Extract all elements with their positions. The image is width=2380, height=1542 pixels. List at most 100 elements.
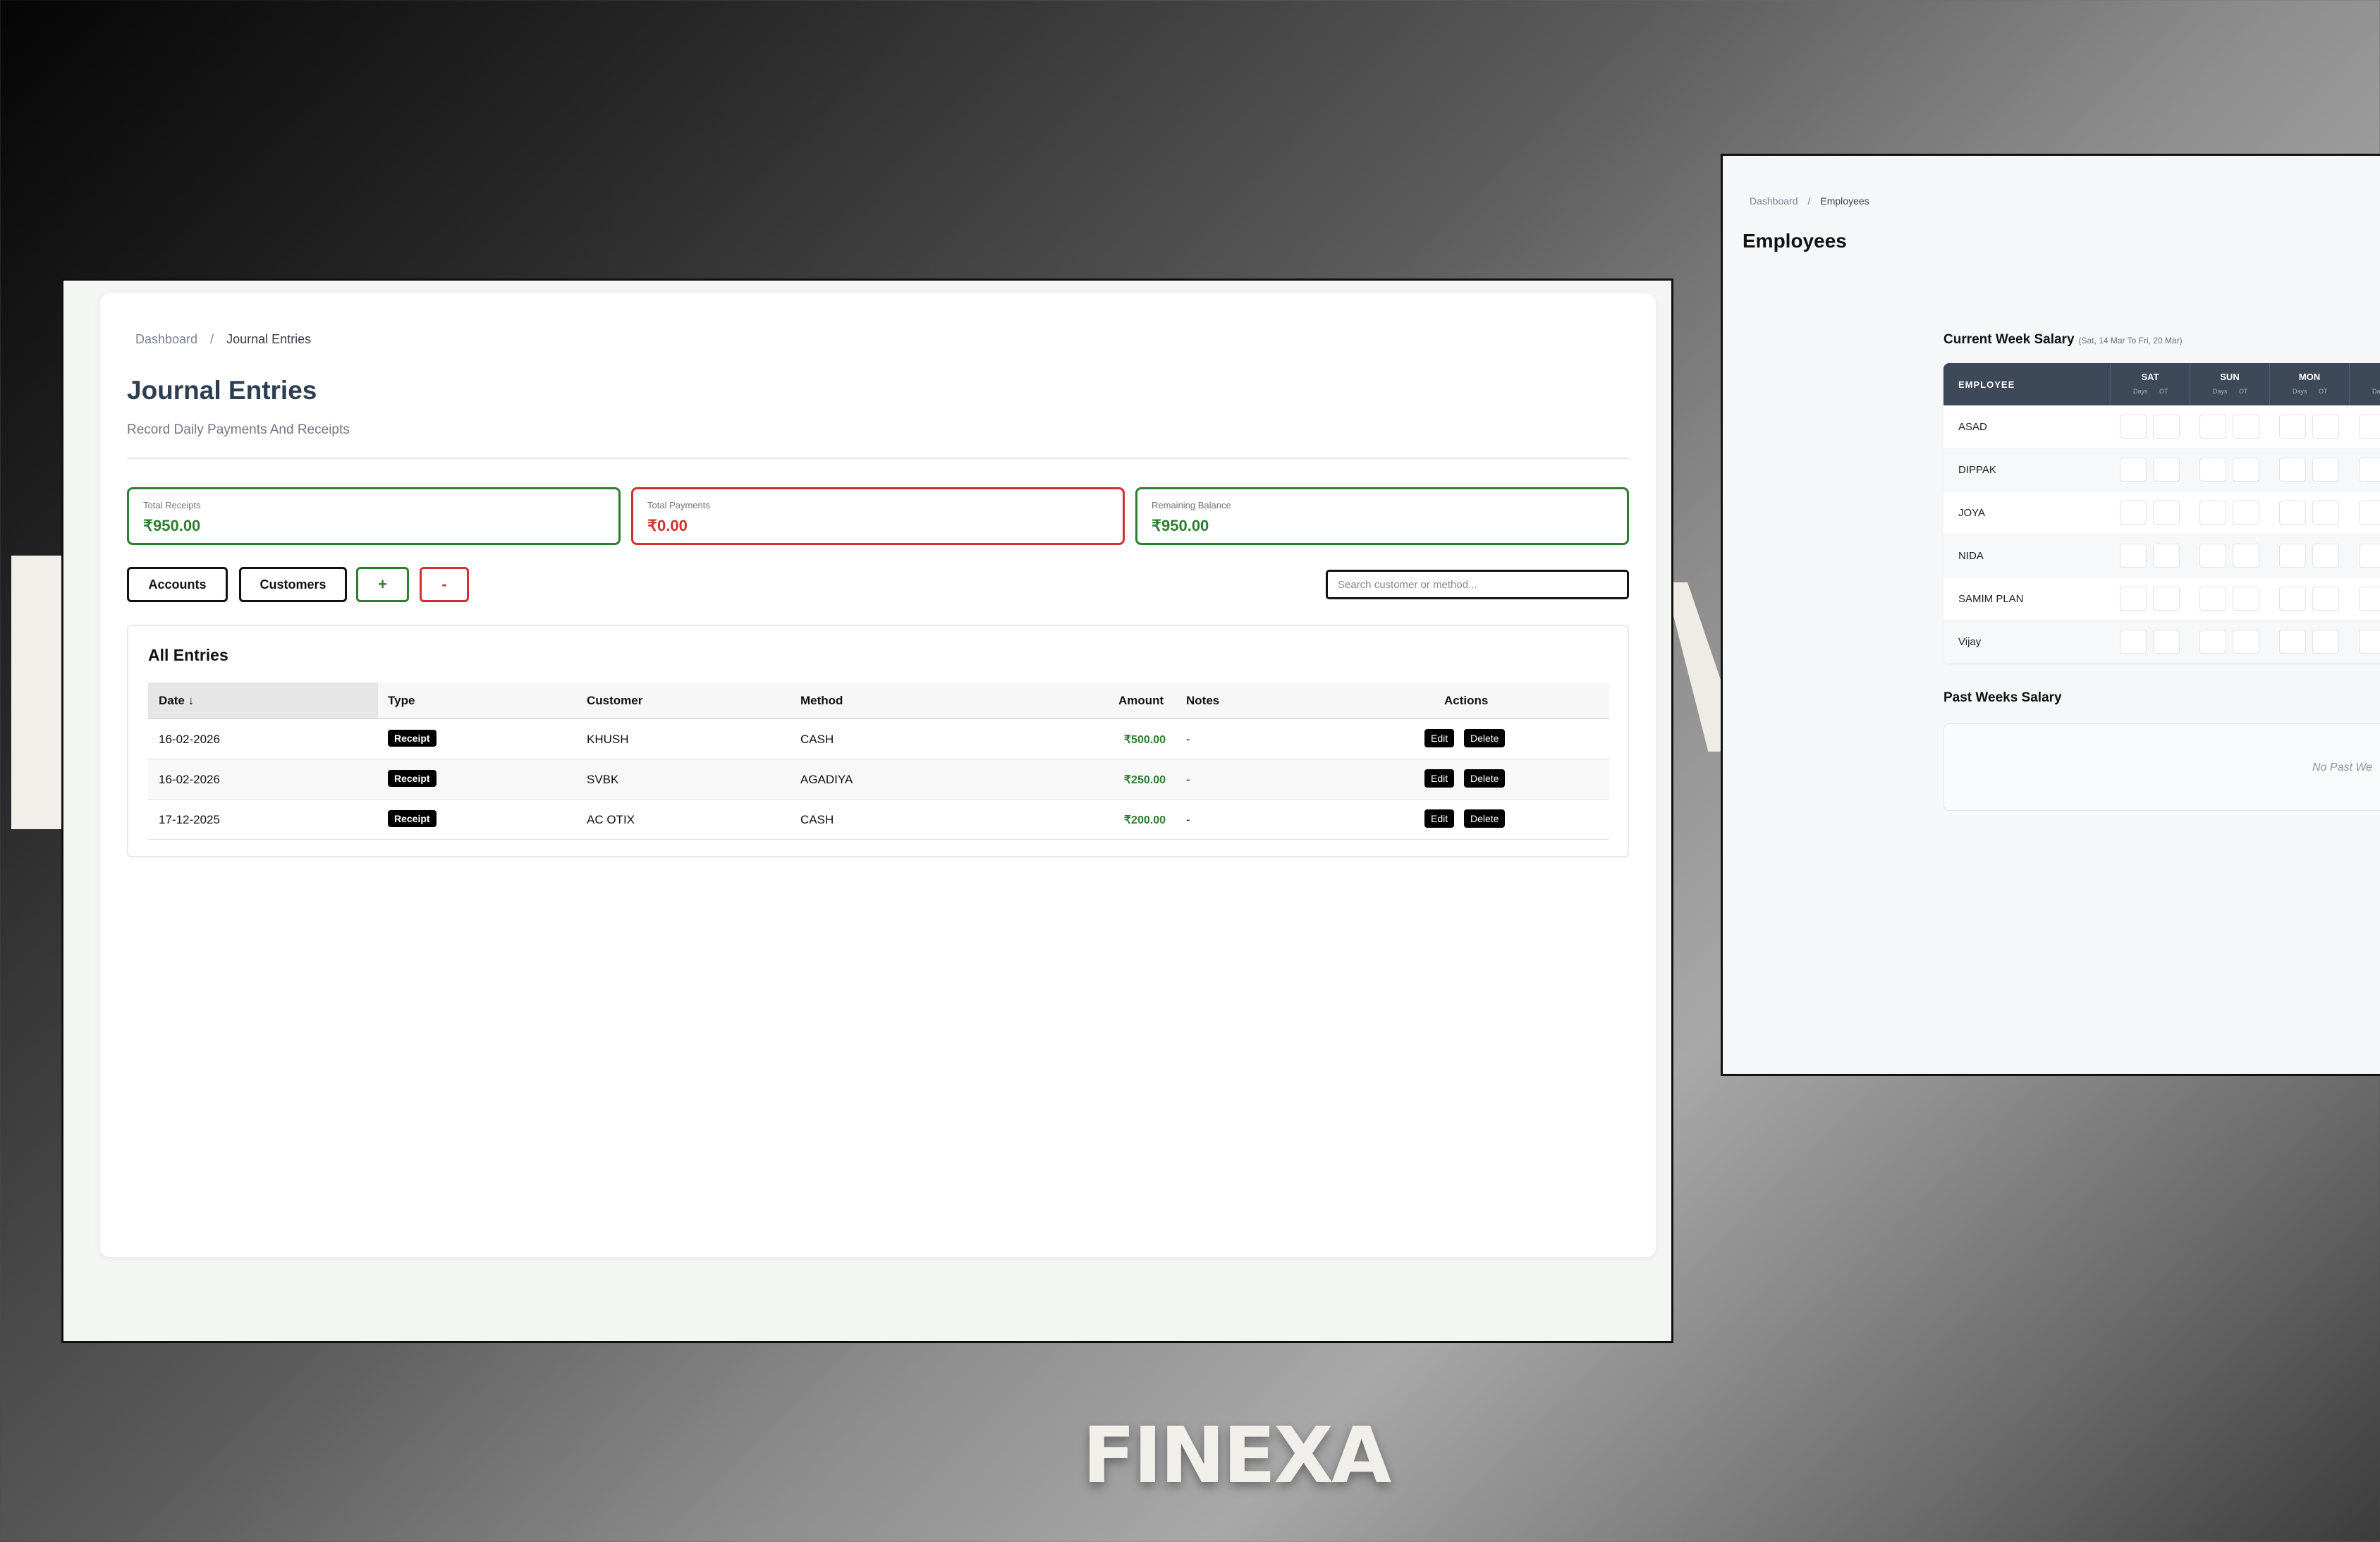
delete-button[interactable]: Delete bbox=[1464, 729, 1506, 747]
employee-name: JOYA bbox=[1958, 507, 1986, 519]
days-input[interactable] bbox=[2359, 501, 2380, 525]
cell-customer: KHUSH bbox=[587, 733, 629, 746]
edit-button[interactable]: Edit bbox=[1424, 729, 1455, 747]
ot-input[interactable] bbox=[2233, 630, 2259, 654]
day-header-sun: SUN Days OT bbox=[2190, 363, 2269, 405]
stat-value: ₹950.00 bbox=[1152, 517, 1209, 534]
days-input[interactable] bbox=[2359, 630, 2380, 654]
ot-input[interactable] bbox=[2312, 544, 2339, 568]
add-entry-button[interactable]: + bbox=[356, 567, 409, 602]
days-input[interactable] bbox=[2279, 501, 2306, 525]
ot-input[interactable] bbox=[2312, 630, 2339, 654]
days-input[interactable] bbox=[2120, 630, 2147, 654]
days-input[interactable] bbox=[2279, 458, 2306, 482]
column-header-amount[interactable]: Amount bbox=[1118, 694, 1164, 708]
salary-row: DIPPAK bbox=[1943, 448, 2380, 491]
accounts-button[interactable]: Accounts bbox=[127, 567, 228, 602]
page-title: Journal Entries bbox=[127, 376, 317, 405]
salary-row: SAMIM PLAN bbox=[1943, 577, 2380, 620]
delete-button[interactable]: Delete bbox=[1464, 769, 1506, 788]
ot-input[interactable] bbox=[2233, 587, 2259, 611]
sub-header-days: Days bbox=[2133, 388, 2148, 395]
type-badge: Receipt bbox=[388, 810, 437, 827]
column-header-actions: Actions bbox=[1444, 694, 1489, 707]
column-header-method[interactable]: Method bbox=[800, 694, 843, 708]
days-input[interactable] bbox=[2199, 630, 2226, 654]
days-input[interactable] bbox=[2359, 587, 2380, 611]
ot-input[interactable] bbox=[2233, 544, 2259, 568]
ot-input[interactable] bbox=[2233, 501, 2259, 525]
days-input[interactable] bbox=[2359, 415, 2380, 439]
stat-label: Total Receipts bbox=[143, 500, 201, 510]
day-name: SUN bbox=[2220, 372, 2240, 382]
journal-entries-window: Dashboard / Journal Entries Journal Entrie… bbox=[61, 279, 1673, 1343]
days-input[interactable] bbox=[2199, 544, 2226, 568]
salary-row: JOYA bbox=[1943, 491, 2380, 534]
breadcrumb-dashboard-link[interactable]: Dashboard bbox=[135, 332, 197, 346]
ot-input[interactable] bbox=[2153, 587, 2180, 611]
sub-header-days: Days bbox=[2372, 388, 2380, 395]
column-header-notes[interactable]: Notes bbox=[1186, 694, 1219, 708]
cell-notes: - bbox=[1186, 813, 1190, 826]
edit-button[interactable]: Edit bbox=[1424, 809, 1455, 828]
entries-table: Date ↓ Type Customer Method Amount Notes… bbox=[148, 683, 1609, 840]
days-input[interactable] bbox=[2120, 415, 2147, 439]
ot-input[interactable] bbox=[2153, 501, 2180, 525]
cell-method: CASH bbox=[800, 733, 834, 746]
current-week-salary-title: Current Week Salary (Sat, 14 Mar To Fri, … bbox=[1943, 332, 2183, 348]
column-header-employee: EMPLOYEE bbox=[1958, 379, 2015, 390]
days-input[interactable] bbox=[2199, 415, 2226, 439]
day-header-next: Days bbox=[2349, 363, 2380, 405]
days-input[interactable] bbox=[2120, 501, 2147, 525]
remove-entry-button[interactable]: - bbox=[420, 567, 469, 602]
customers-button[interactable]: Customers bbox=[239, 567, 347, 602]
table-row: 16-02-2026 Receipt SVBK AGADIYA ₹250.00 … bbox=[148, 759, 1609, 800]
delete-button[interactable]: Delete bbox=[1464, 809, 1506, 828]
type-badge: Receipt bbox=[388, 770, 437, 787]
past-weeks-salary-title: Past Weeks Salary bbox=[1943, 690, 2062, 705]
column-header-customer[interactable]: Customer bbox=[587, 694, 642, 708]
ot-input[interactable] bbox=[2153, 544, 2180, 568]
stat-value: ₹950.00 bbox=[143, 517, 201, 534]
days-input[interactable] bbox=[2120, 587, 2147, 611]
days-input[interactable] bbox=[2359, 544, 2380, 568]
ot-input[interactable] bbox=[2233, 415, 2259, 439]
breadcrumb-current: Employees bbox=[1820, 195, 1869, 207]
table-row: 17-12-2025 Receipt AC OTIX CASH ₹200.00 … bbox=[148, 800, 1609, 840]
column-header-type[interactable]: Type bbox=[388, 694, 415, 708]
search-input[interactable] bbox=[1326, 570, 1629, 599]
ot-input[interactable] bbox=[2153, 458, 2180, 482]
breadcrumb-dashboard-link[interactable]: Dashboard bbox=[1750, 195, 1798, 207]
days-input[interactable] bbox=[2199, 587, 2226, 611]
type-badge: Receipt bbox=[388, 730, 437, 747]
days-input[interactable] bbox=[2279, 630, 2306, 654]
edit-button[interactable]: Edit bbox=[1424, 769, 1455, 788]
days-input[interactable] bbox=[2199, 458, 2226, 482]
days-input[interactable] bbox=[2359, 458, 2380, 482]
column-header-date[interactable]: Date ↓ bbox=[159, 694, 194, 708]
section-title: Current Week Salary bbox=[1943, 332, 2075, 347]
cell-customer: SVBK bbox=[587, 773, 619, 786]
ot-input[interactable] bbox=[2153, 630, 2180, 654]
ot-input[interactable] bbox=[2312, 458, 2339, 482]
ot-input[interactable] bbox=[2312, 501, 2339, 525]
ot-input[interactable] bbox=[2233, 458, 2259, 482]
days-input[interactable] bbox=[2279, 587, 2306, 611]
ot-input[interactable] bbox=[2312, 415, 2339, 439]
days-input[interactable] bbox=[2279, 544, 2306, 568]
sub-header-days: Days bbox=[2293, 388, 2307, 395]
salary-row: NIDA bbox=[1943, 534, 2380, 577]
days-input[interactable] bbox=[2279, 415, 2306, 439]
days-input[interactable] bbox=[2199, 501, 2226, 525]
cell-customer: AC OTIX bbox=[587, 813, 635, 826]
day-header-mon: MON Days OT bbox=[2269, 363, 2349, 405]
empty-state-text: No Past We bbox=[2312, 761, 2373, 773]
salary-table-header: EMPLOYEE SAT Days OT SUN Days OT MON Day… bbox=[1943, 363, 2380, 405]
employee-name: DIPPAK bbox=[1958, 464, 1996, 476]
days-input[interactable] bbox=[2120, 458, 2147, 482]
divider bbox=[127, 458, 1629, 459]
ot-input[interactable] bbox=[2153, 415, 2180, 439]
breadcrumb-separator: / bbox=[210, 332, 214, 346]
ot-input[interactable] bbox=[2312, 587, 2339, 611]
days-input[interactable] bbox=[2120, 544, 2147, 568]
